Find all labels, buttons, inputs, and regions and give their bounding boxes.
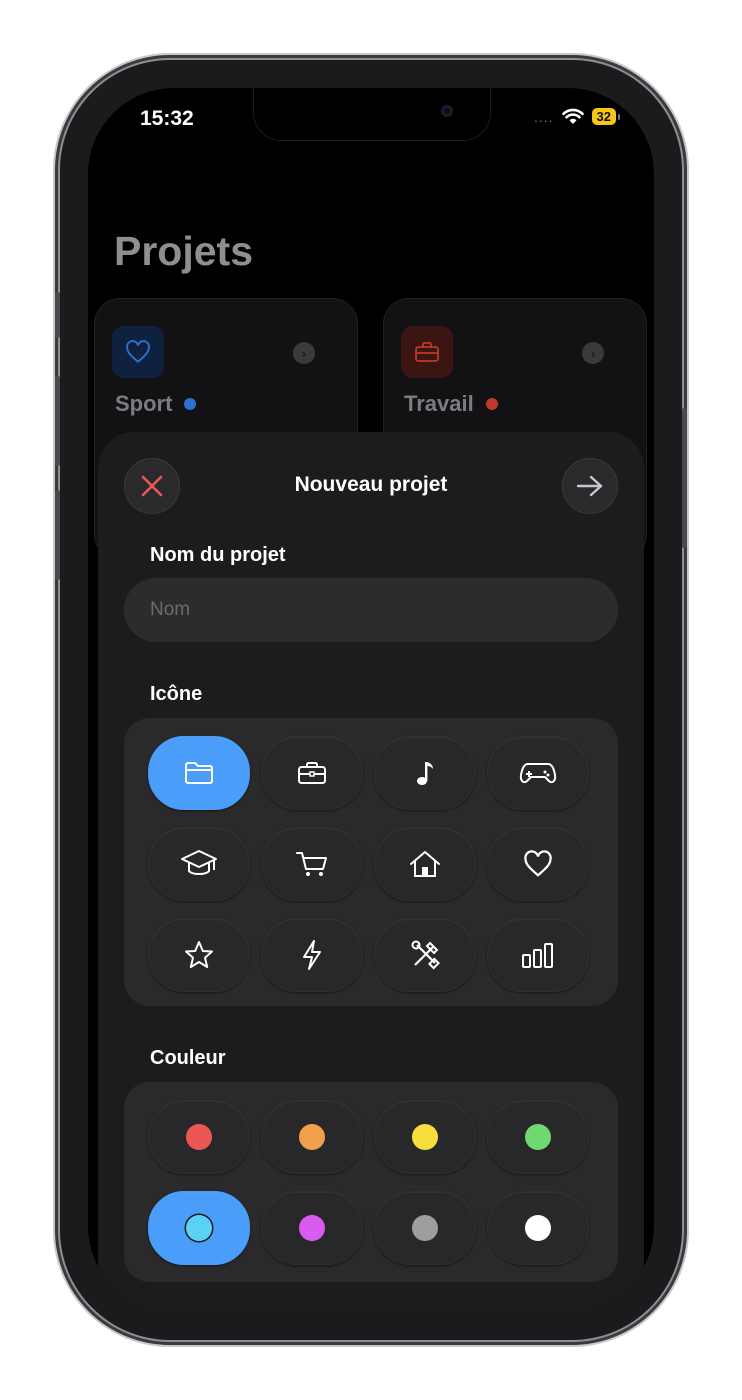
star-icon xyxy=(185,941,213,968)
cart-icon xyxy=(296,852,327,876)
icon-option-bolt[interactable] xyxy=(261,918,363,992)
color-option-white[interactable] xyxy=(487,1191,589,1265)
name-label: Nom du projet xyxy=(150,544,286,566)
color-swatch xyxy=(186,1215,212,1241)
icon-label: Icône xyxy=(150,683,203,705)
project-color-dot xyxy=(485,398,498,410)
color-option-yellow[interactable] xyxy=(374,1100,476,1174)
folder-icon xyxy=(185,762,213,784)
color-swatch xyxy=(412,1215,438,1241)
icon-option-tools[interactable] xyxy=(374,918,476,992)
icon-option-graduation[interactable] xyxy=(148,827,250,901)
wifi-icon xyxy=(561,108,584,125)
gamepad-icon xyxy=(519,763,557,784)
color-option-cyan[interactable] xyxy=(148,1191,250,1265)
status-time: 15:32 xyxy=(140,107,194,130)
project-name: Sport xyxy=(115,391,173,416)
tools-icon xyxy=(411,940,441,970)
chart-bars-icon xyxy=(522,943,553,968)
color-option-magenta[interactable] xyxy=(261,1191,363,1265)
color-swatch xyxy=(186,1124,212,1150)
music-note-icon xyxy=(417,762,433,785)
project-card-label: Sport xyxy=(115,391,197,417)
arrow-right-icon xyxy=(576,475,603,497)
color-option-green[interactable] xyxy=(487,1100,589,1174)
color-swatch xyxy=(412,1124,438,1150)
color-option-gray[interactable] xyxy=(374,1191,476,1265)
icon-option-house[interactable] xyxy=(374,827,476,901)
chevron-right-icon[interactable]: › xyxy=(293,342,315,364)
icon-option-briefcase[interactable] xyxy=(261,736,363,810)
project-color-dot xyxy=(184,398,197,410)
heart-icon xyxy=(524,850,552,877)
color-picker xyxy=(124,1082,618,1282)
bolt-icon xyxy=(303,940,321,970)
mute-switch xyxy=(55,292,60,338)
new-project-sheet: Nouveau projet Nom du projet Icône xyxy=(98,432,644,1312)
color-option-orange[interactable] xyxy=(261,1100,363,1174)
briefcase-icon xyxy=(401,326,453,378)
project-name-input[interactable] xyxy=(124,578,618,642)
color-swatch xyxy=(299,1215,325,1241)
screen: 15:32 .... 32 Projets › Sport › Travail xyxy=(88,88,654,1312)
power-button xyxy=(682,408,687,548)
color-swatch xyxy=(525,1124,551,1150)
volume-down-button xyxy=(55,490,60,580)
next-button[interactable] xyxy=(562,458,618,514)
graduation-cap-icon xyxy=(181,850,217,875)
battery-indicator: 32 xyxy=(591,108,621,125)
color-option-red[interactable] xyxy=(148,1100,250,1174)
icon-option-cart[interactable] xyxy=(261,827,363,901)
front-camera xyxy=(441,105,453,117)
icon-option-folder[interactable] xyxy=(148,736,250,810)
project-card-label: Travail xyxy=(404,391,498,417)
icon-option-music[interactable] xyxy=(374,736,476,810)
color-swatch xyxy=(525,1215,551,1241)
chevron-right-icon[interactable]: › xyxy=(582,342,604,364)
color-swatch xyxy=(299,1124,325,1150)
volume-up-button xyxy=(55,376,60,466)
color-label: Couleur xyxy=(150,1047,226,1069)
icon-option-gamepad[interactable] xyxy=(487,736,589,810)
project-name: Travail xyxy=(404,391,474,416)
icon-picker xyxy=(124,718,618,1006)
notch xyxy=(253,88,491,141)
briefcase-icon xyxy=(298,762,326,784)
heart-icon xyxy=(112,326,164,378)
icon-option-heart[interactable] xyxy=(487,827,589,901)
icon-option-chart[interactable] xyxy=(487,918,589,992)
page-title: Projets xyxy=(114,228,253,274)
status-indicators: .... 32 xyxy=(533,108,621,125)
icon-option-star[interactable] xyxy=(148,918,250,992)
house-icon xyxy=(410,851,440,877)
cellular-signal-icon: .... xyxy=(533,108,554,125)
